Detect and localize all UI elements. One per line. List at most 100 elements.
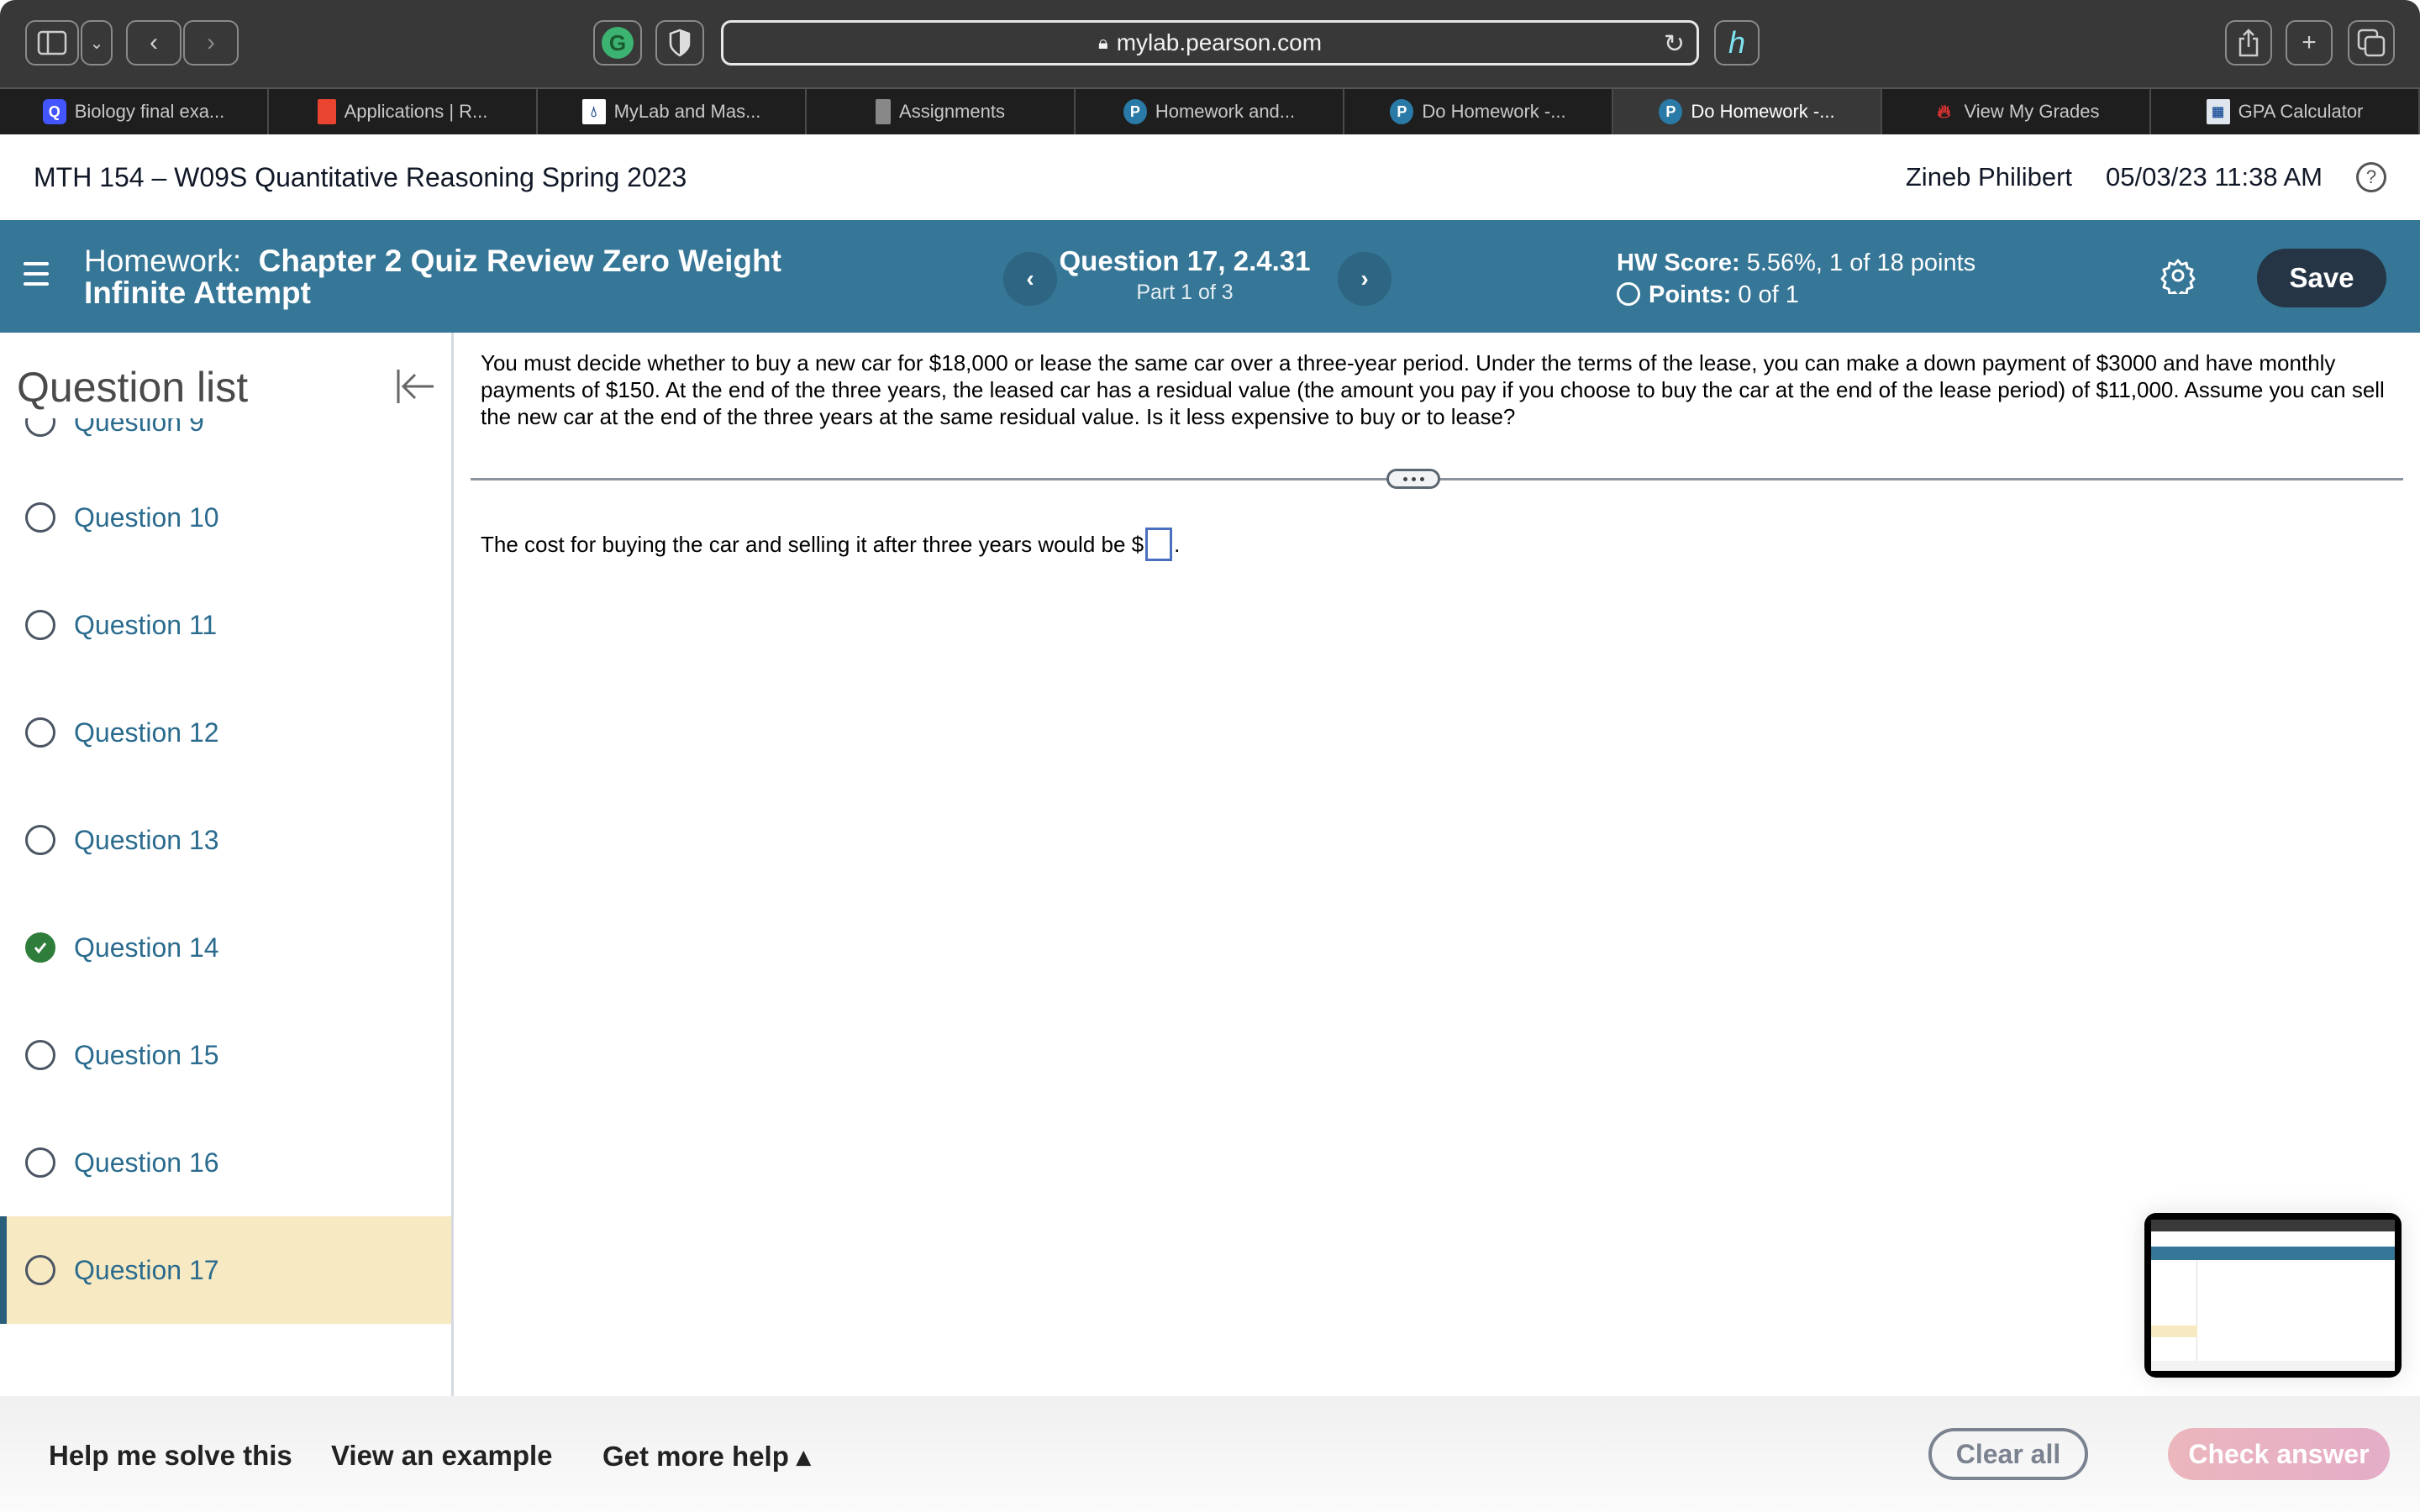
hw-score-label: HW Score: xyxy=(1617,249,1740,276)
tab-label: Biology final exa... xyxy=(74,101,225,122)
chevron-left-icon: ‹ xyxy=(150,29,158,56)
answer-row: The cost for buying the car and selling … xyxy=(481,528,1180,561)
browser-tab[interactable]: Applications | R... xyxy=(269,89,538,134)
unanswered-circle-icon xyxy=(25,1040,55,1070)
share-button[interactable] xyxy=(2225,20,2272,66)
score-panel: HW Score: 5.56%, 1 of 18 points Points: … xyxy=(1617,247,1975,311)
question-list-item[interactable]: Question 11 xyxy=(0,571,451,679)
points-value: 0 of 1 xyxy=(1738,281,1799,308)
thumbnail-toolbar xyxy=(2151,1220,2395,1231)
privacy-extension-button[interactable] xyxy=(655,20,704,66)
help-footer: Help me solve this View an example Get m… xyxy=(0,1396,2420,1512)
calculator-icon: ▦ xyxy=(2206,99,2230,124)
tabs-overview-icon xyxy=(2357,29,2386,57)
question-label: Question 9 xyxy=(74,418,204,437)
question-label: Question 14 xyxy=(74,932,219,963)
tab-label: MyLab and Mas... xyxy=(613,101,761,122)
app-logo-icon xyxy=(317,99,336,124)
tab-label: Do Homework -... xyxy=(1422,101,1566,122)
get-more-help-link[interactable]: Get more help ▴ xyxy=(602,1440,811,1473)
honey-extension-button[interactable]: h xyxy=(1714,20,1760,66)
question-list-item[interactable]: Question 16 xyxy=(0,1109,451,1216)
mylab-icon: 💧︎ xyxy=(581,99,606,124)
unanswered-circle-icon xyxy=(25,1255,55,1285)
question-list-item[interactable]: Question 12 xyxy=(0,679,451,786)
course-title: MTH 154 – W09S Quantitative Reasoning Sp… xyxy=(34,161,687,192)
quizlet-icon: Q xyxy=(42,99,66,124)
question-area: You must decide whether to buy a new car… xyxy=(454,333,2420,1396)
browser-tab[interactable]: P Homework and... xyxy=(1076,89,1344,134)
tab-overview-button[interactable] xyxy=(2348,20,2395,66)
question-list-item[interactable]: Question 13 xyxy=(0,786,451,894)
points-status-icon xyxy=(1617,282,1640,307)
tab-label: View My Grades xyxy=(1964,101,2100,122)
save-button[interactable]: Save xyxy=(2257,249,2386,307)
shield-icon xyxy=(669,29,691,57)
address-bar[interactable]: 🔒︎ mylab.pearson.com ↻ xyxy=(721,20,1699,66)
unanswered-circle-icon xyxy=(25,1147,55,1178)
help-icon[interactable]: ? xyxy=(2356,162,2386,192)
question-label: Question 12 xyxy=(74,717,219,748)
question-list-item[interactable]: Question 10 xyxy=(0,464,451,571)
browser-tab[interactable]: ▦ GPA Calculator xyxy=(2151,89,2420,134)
question-list-item-current[interactable]: Question 17 xyxy=(0,1216,451,1324)
screenshot-thumbnail[interactable] xyxy=(2144,1213,2402,1378)
tab-group-dropdown[interactable]: ⌄ xyxy=(81,20,113,66)
unanswered-circle-icon xyxy=(25,717,55,748)
question-list-item[interactable]: Question 15 xyxy=(0,1001,451,1109)
user-name: Zineb Philibert xyxy=(1905,162,2073,192)
unanswered-circle-icon xyxy=(25,825,55,855)
answer-input[interactable] xyxy=(1145,528,1173,561)
tab-label: Assignments xyxy=(899,101,1005,122)
browser-tab[interactable]: P Do Homework -... xyxy=(1344,89,1613,134)
grammarly-extension-button[interactable]: G xyxy=(593,20,642,66)
browser-tab[interactable]: 💧︎ MyLab and Mas... xyxy=(538,89,807,134)
tab-label: Applications | R... xyxy=(344,101,488,122)
browser-tab-bar: Q Biology final exa... Applications | R..… xyxy=(0,87,2420,134)
browser-tab[interactable]: 🔥︎ View My Grades xyxy=(1882,89,2151,134)
plus-icon: + xyxy=(2302,29,2317,56)
help-me-solve-link[interactable]: Help me solve this xyxy=(49,1440,292,1472)
unanswered-circle-icon xyxy=(25,418,55,437)
settings-gear-icon[interactable] xyxy=(2160,257,2196,294)
browser-toolbar: ⌄ ‹ › G 🔒︎ mylab.pearson.com ↻ h + xyxy=(0,0,2420,87)
resize-handle[interactable] xyxy=(1386,469,1440,489)
homework-label: Homework: xyxy=(84,244,242,278)
reload-icon[interactable]: ↻ xyxy=(1664,29,1685,59)
url-text: mylab.pearson.com xyxy=(1116,29,1323,55)
browser-tab[interactable]: Assignments xyxy=(807,89,1076,134)
dot xyxy=(1402,476,1407,481)
homework-banner: Homework: Chapter 2 Quiz Review Zero Wei… xyxy=(0,220,2420,333)
check-answer-button[interactable]: Check answer xyxy=(2168,1428,2390,1480)
browser-tab-active[interactable]: P Do Homework -... xyxy=(1613,89,1882,134)
sidebar-toggle-button[interactable] xyxy=(25,20,79,66)
browser-tab[interactable]: Q Biology final exa... xyxy=(0,89,269,134)
forward-button[interactable]: › xyxy=(183,20,239,66)
new-tab-button[interactable]: + xyxy=(2286,20,2333,66)
unanswered-circle-icon xyxy=(25,502,55,533)
next-question-button[interactable]: › xyxy=(1338,252,1392,306)
thumbnail-footer xyxy=(2151,1361,2395,1371)
chevron-down-icon: ⌄ xyxy=(89,34,104,53)
check-circle-icon xyxy=(25,932,55,963)
question-list-item[interactable]: Question 14 xyxy=(0,894,451,1001)
view-example-link[interactable]: View an example xyxy=(331,1440,553,1472)
menu-icon[interactable] xyxy=(24,262,49,286)
back-button[interactable]: ‹ xyxy=(126,20,182,66)
tab-label: Do Homework -... xyxy=(1691,101,1835,122)
homework-title: Homework: Chapter 2 Quiz Review Zero Wei… xyxy=(84,245,840,309)
points-label: Points: xyxy=(1649,281,1732,308)
question-title: Question 17, 2.4.31 xyxy=(1059,245,1311,276)
question-list-item[interactable]: Question 9 xyxy=(0,418,451,464)
unanswered-circle-icon xyxy=(25,610,55,640)
answer-prompt: The cost for buying the car and selling … xyxy=(481,531,1144,557)
collapse-panel-icon[interactable] xyxy=(395,366,435,407)
pearson-icon: P xyxy=(1659,99,1683,124)
question-list-title: Question list xyxy=(17,364,249,411)
answer-suffix: . xyxy=(1174,531,1181,557)
clear-all-button[interactable]: Clear all xyxy=(1928,1428,2088,1480)
question-indicator: Question 17, 2.4.31 Part 1 of 3 xyxy=(1034,245,1336,305)
question-label: Question 11 xyxy=(74,609,218,640)
course-header: MTH 154 – W09S Quantitative Reasoning Sp… xyxy=(0,134,2420,220)
question-text: You must decide whether to buy a new car… xyxy=(481,350,2385,429)
